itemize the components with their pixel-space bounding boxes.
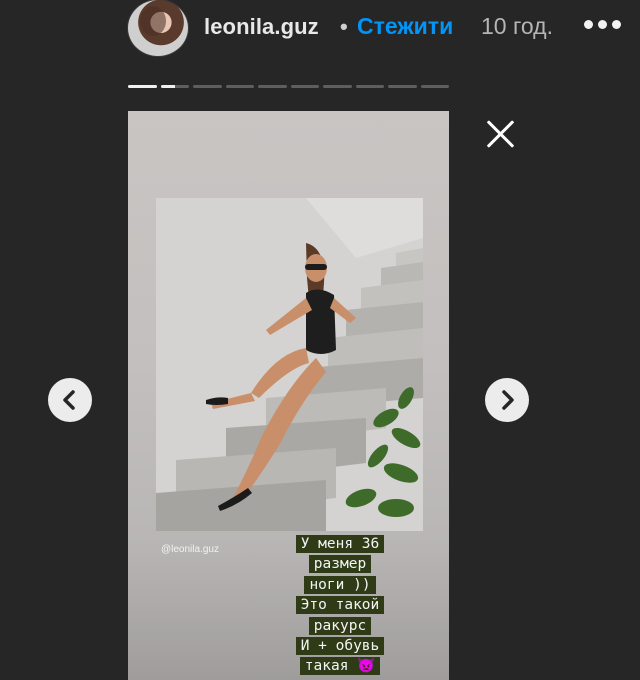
story-header: leonila.guz • Стежити 10 год.	[0, 0, 640, 60]
separator-dot: •	[340, 14, 348, 39]
progress-segment	[193, 85, 222, 88]
progress-segment	[420, 85, 449, 88]
progress-segment	[388, 85, 417, 88]
follow-button[interactable]: Стежити	[357, 13, 453, 40]
progress-segment	[290, 85, 319, 88]
story-frame[interactable]: @leonila.guz У меня 36 размер ноги )) Эт…	[128, 111, 449, 680]
avatar[interactable]	[127, 0, 189, 57]
caption-line: Это такой	[280, 595, 400, 615]
progress-segment	[258, 85, 287, 88]
chevron-right-icon[interactable]	[485, 378, 529, 422]
progress-segment	[225, 85, 254, 88]
progress-segment	[160, 85, 189, 88]
progress-segment	[323, 85, 352, 88]
photo-credit: @leonila.guz	[161, 544, 219, 555]
caption-line: ракурс	[280, 616, 400, 636]
chevron-left-icon[interactable]	[48, 378, 92, 422]
story-caption: У меня 36 размер ноги )) Это такой ракур…	[280, 534, 400, 677]
progress-segment	[128, 85, 157, 88]
username[interactable]: leonila.guz	[204, 14, 319, 40]
close-icon[interactable]	[480, 114, 520, 154]
story-photo	[156, 198, 423, 531]
progress-segment-fill	[160, 85, 175, 88]
progress-segment	[355, 85, 384, 88]
progress-segment-fill	[128, 85, 157, 88]
story-progress-bar	[128, 85, 449, 88]
caption-line: такая 👿	[280, 656, 400, 676]
caption-line: размер	[280, 554, 400, 574]
more-options-icon[interactable]	[584, 15, 624, 35]
post-time: 10 год.	[481, 13, 553, 39]
caption-line: И + обувь	[280, 636, 400, 656]
caption-line: ноги ))	[280, 575, 400, 595]
caption-line: У меня 36	[280, 534, 400, 554]
